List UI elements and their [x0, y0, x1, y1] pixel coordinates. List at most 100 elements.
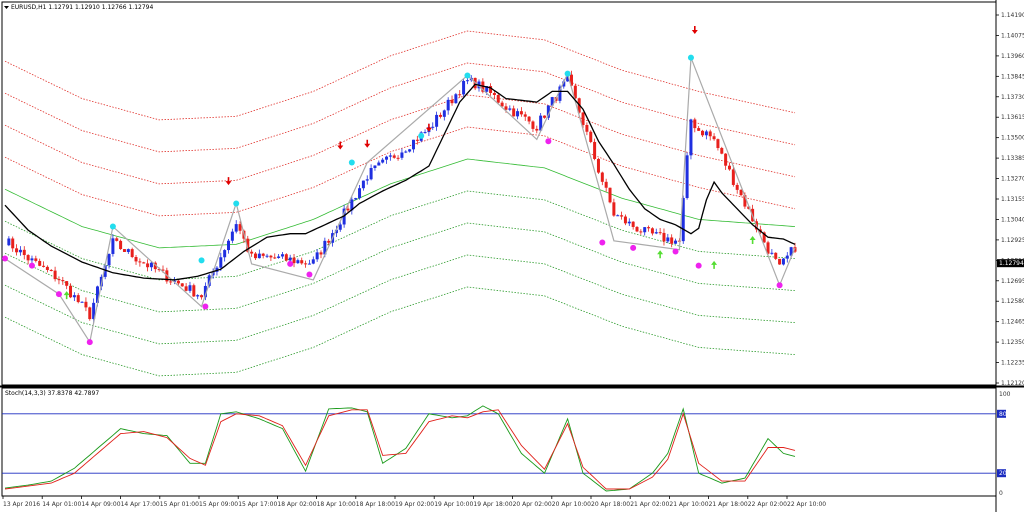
candle-body [358, 188, 362, 199]
time-tick-label: 14 Apr 09:00 [81, 501, 120, 508]
candle-body [465, 80, 469, 82]
candle-body [600, 172, 604, 182]
candle-body [774, 252, 778, 259]
price-tick-label: 1.12465 [1001, 319, 1024, 326]
candle-body [369, 168, 373, 180]
candle-body [180, 283, 184, 287]
candle-body [635, 226, 639, 232]
candle-body [650, 228, 654, 234]
candle-body [277, 256, 281, 258]
candle-body [138, 261, 142, 263]
time-tick-label: 15 Apr 09:00 [199, 501, 238, 508]
candle-body [115, 238, 119, 241]
candle-body [512, 108, 516, 117]
candle-body [408, 149, 412, 152]
candle-body [396, 157, 400, 159]
candle-body [670, 237, 674, 244]
candle-body [142, 262, 146, 264]
candle-body [781, 258, 785, 265]
swing-low-marker [86, 339, 93, 346]
candle-body [450, 99, 454, 104]
candle-body [18, 249, 22, 253]
candle-body [219, 257, 223, 268]
chart-svg[interactable]: 100 80 20 0 1.14190 1.14075 1.13960 1.13845 1.1… [0, 0, 1024, 512]
candle-body [261, 253, 265, 256]
time-tick-label: 19 Apr 10:00 [434, 501, 473, 508]
time-tick-label: 15 Apr 01:00 [160, 501, 199, 508]
time-tick-label: 21 Apr 18:00 [709, 501, 748, 508]
time-tick-label: 18 Apr 02:00 [277, 501, 316, 508]
candle-body [119, 240, 123, 250]
candle-body [373, 165, 377, 169]
candle-body [516, 111, 520, 117]
candle-body [319, 252, 323, 255]
candle-body [531, 121, 535, 129]
candle-body [423, 132, 427, 134]
candle-body [227, 240, 231, 251]
candle-body [42, 265, 46, 267]
candle-body [643, 227, 647, 233]
candle-body [338, 224, 342, 230]
swing-high-marker [109, 223, 116, 230]
candle-body [712, 136, 716, 140]
candle-body [304, 263, 308, 265]
price-tick-label: 1.13615 [1001, 114, 1024, 121]
candle-body [435, 114, 439, 127]
chart-background [0, 0, 1024, 512]
time-tick-label: 20 Apr 10:00 [552, 501, 591, 508]
price-tick-label: 1.12350 [1001, 339, 1024, 346]
candle-body [462, 80, 466, 95]
candle-body [612, 202, 616, 216]
candle-body [585, 125, 589, 132]
candle-body [196, 295, 200, 297]
time-tick-label: 21 Apr 02:00 [630, 501, 669, 508]
price-tick-label: 1.13040 [1001, 216, 1024, 223]
swing-high-marker [233, 200, 240, 207]
candle-body [543, 115, 547, 118]
candle-body [724, 153, 728, 166]
candle-body [674, 240, 678, 244]
candle-body [404, 151, 408, 153]
stoch-tick-label: 80 [999, 411, 1007, 418]
time-tick-label: 19 Apr 02:00 [395, 501, 434, 508]
candle-body [257, 253, 261, 259]
candle-body [269, 255, 273, 258]
candle-body [666, 237, 670, 242]
candle-body [647, 227, 651, 229]
candle-body [623, 216, 627, 224]
candle-body [280, 254, 284, 257]
time-tick-label: 14 Apr 17:00 [121, 501, 160, 508]
time-tick-label: 13 Apr 2016 [3, 501, 40, 508]
price-tick-label: 1.14075 [1001, 32, 1024, 39]
candle-body [230, 231, 234, 241]
swing-low-marker [287, 260, 294, 267]
swing-high-marker [198, 257, 205, 264]
candle-body [76, 295, 80, 303]
candle-body [616, 215, 620, 217]
candle-body [292, 257, 296, 264]
candle-body [200, 295, 204, 298]
candle-body [15, 248, 19, 253]
swing-high-marker [348, 159, 355, 166]
swing-low-marker [672, 248, 679, 255]
candle-body [192, 285, 196, 297]
candle-body [354, 198, 358, 200]
candle-body [593, 141, 597, 159]
candle-body [315, 252, 319, 260]
candle-body [708, 131, 712, 137]
candle-body [11, 238, 15, 249]
candle-body [454, 94, 458, 104]
candle-body [7, 238, 11, 246]
candle-body [785, 255, 789, 259]
candle-body [639, 231, 643, 233]
swing-high-marker [418, 132, 425, 139]
candle-body [496, 94, 500, 103]
price-tick-label: 1.12235 [1001, 360, 1024, 367]
candle-body [458, 94, 462, 96]
candle-body [361, 180, 365, 189]
candle-body [234, 224, 238, 232]
candle-body [770, 252, 774, 254]
candle-body [30, 258, 34, 261]
candle-body [581, 112, 585, 126]
candle-body [654, 232, 658, 234]
